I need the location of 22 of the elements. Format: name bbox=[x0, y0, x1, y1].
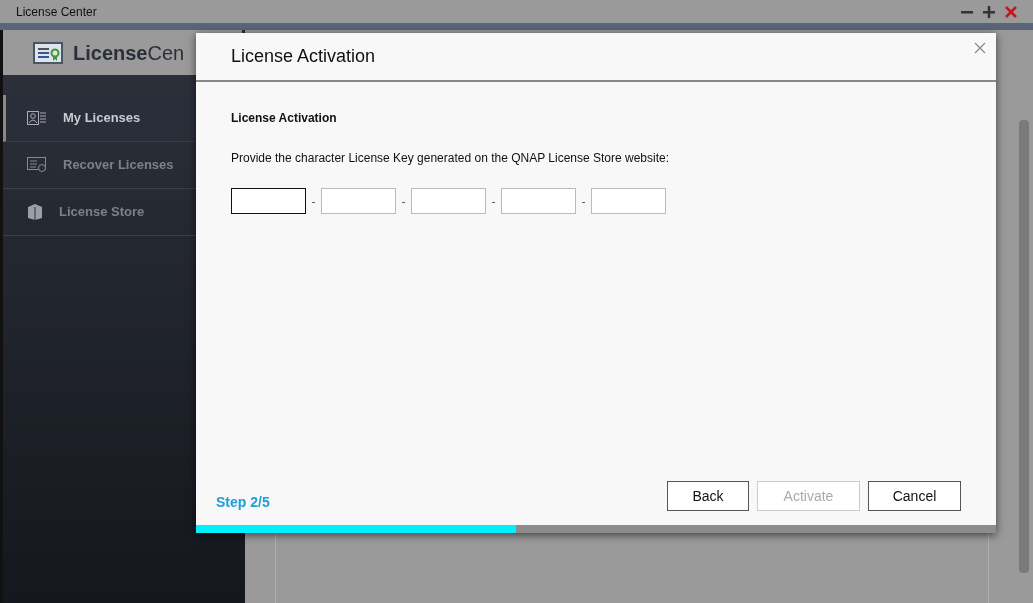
maximize-icon[interactable] bbox=[983, 5, 995, 18]
key-input-field[interactable] bbox=[231, 188, 306, 214]
window-title: License Center bbox=[16, 3, 97, 21]
separator-text: - bbox=[581, 193, 586, 209]
key-input-field[interactable] bbox=[501, 188, 576, 214]
key-input-field[interactable] bbox=[411, 188, 486, 214]
key-input-field[interactable] bbox=[591, 188, 666, 214]
dialog-button[interactable]: Cancel bbox=[868, 481, 961, 511]
step-indicator: Step 2/5 bbox=[216, 493, 270, 512]
close-icon[interactable] bbox=[974, 42, 986, 54]
separator-text: - bbox=[311, 193, 316, 209]
dialog-button[interactable]: Back bbox=[667, 481, 749, 511]
shopping-bag-icon bbox=[27, 203, 43, 221]
certificate-icon bbox=[27, 157, 47, 173]
certificate-icon bbox=[33, 41, 63, 64]
id-card-icon bbox=[27, 111, 47, 125]
separator-text: - bbox=[491, 193, 496, 209]
dialog-title: License Activation bbox=[231, 45, 376, 68]
separator-text: - bbox=[401, 193, 406, 209]
app-logo-text: LicenseCen bbox=[73, 40, 185, 66]
close-icon[interactable] bbox=[1005, 5, 1017, 18]
key-input-field[interactable] bbox=[321, 188, 396, 214]
